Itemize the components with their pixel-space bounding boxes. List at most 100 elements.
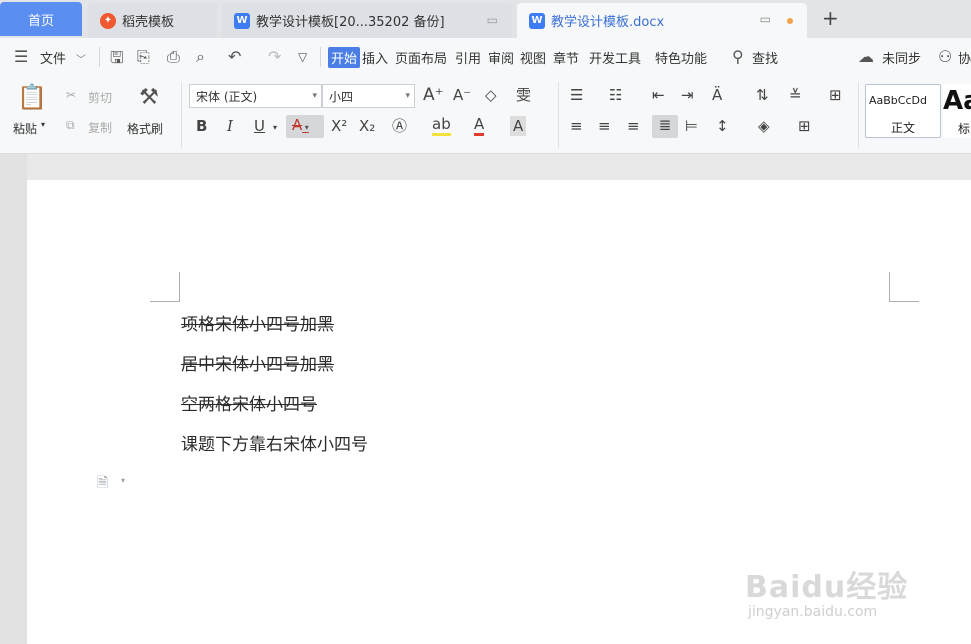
hamburger-icon[interactable]: ☰: [14, 47, 28, 66]
distributed-icon[interactable]: ⊨: [685, 116, 698, 136]
text-effect-icon[interactable]: Ⓐ: [392, 116, 407, 136]
align-center-icon[interactable]: ≡: [598, 116, 611, 136]
sync-status[interactable]: 未同步: [882, 48, 921, 67]
menu-home[interactable]: 开始: [328, 47, 361, 68]
doc-line-3[interactable]: 空两格宋体小四号: [181, 390, 317, 415]
shading-icon[interactable]: ◈: [758, 116, 770, 136]
tab-current-doc[interactable]: W 教学设计模板.docx ▭: [517, 3, 807, 38]
print-preview-icon[interactable]: ⌕: [196, 47, 205, 67]
undo-icon[interactable]: ↶: [228, 47, 241, 66]
superscript-icon[interactable]: X²: [331, 116, 347, 136]
chevron-down-icon[interactable]: ▾: [41, 120, 45, 129]
clear-format-icon[interactable]: ◇: [485, 85, 497, 105]
format-painter-icon[interactable]: ⚒: [134, 82, 164, 112]
line-spacing-icon[interactable]: ↕: [716, 116, 729, 136]
menu-layout[interactable]: 页面布局: [395, 48, 447, 67]
chevron-down-icon: ▾: [405, 91, 410, 101]
export-icon[interactable]: ⎘: [137, 47, 150, 67]
format-painter-button[interactable]: 格式刷: [127, 120, 163, 137]
user-icon[interactable]: ⚇: [938, 47, 952, 66]
watermark-url: jingyan.baidu.com: [748, 604, 878, 620]
cloud-icon[interactable]: ☁: [858, 47, 874, 66]
align-left-icon[interactable]: ≡: [570, 116, 583, 136]
divider: [99, 47, 100, 67]
search-icon[interactable]: ⚲: [732, 47, 744, 66]
scissors-icon: ✂: [66, 88, 77, 102]
font-name-select[interactable]: 宋体 (正文) ▾: [189, 84, 322, 108]
line-break-icon[interactable]: ≚: [789, 85, 802, 105]
align-right-icon[interactable]: ≡: [627, 116, 640, 136]
document-page[interactable]: 项格宋体小四号加黑 居中宋体小四号加黑 空两格宋体小四号 课题下方靠右宋体小四号…: [27, 180, 971, 644]
menu-references[interactable]: 引用: [455, 48, 481, 67]
menu-file[interactable]: 文件: [40, 48, 66, 67]
watermark: Baidu经验 jingyan.baidu.com: [745, 538, 945, 628]
chevron-down-icon: ▾: [312, 91, 317, 101]
paste-icon[interactable]: 📋: [16, 82, 48, 112]
paste-button[interactable]: 粘贴: [13, 120, 37, 137]
customize-icon[interactable]: ▽: [298, 50, 307, 64]
divider: [181, 82, 182, 148]
tab-current-label: 教学设计模板.docx: [551, 15, 665, 30]
sort-icon[interactable]: ⇅: [756, 85, 769, 105]
menu-features[interactable]: 特色功能: [655, 48, 707, 67]
menu-search[interactable]: 查找: [752, 48, 778, 67]
subscript-icon[interactable]: X₂: [359, 116, 375, 136]
text-direction-icon[interactable]: Ä: [712, 85, 722, 105]
font-name-value: 宋体 (正文): [196, 89, 258, 104]
phonetic-guide-icon[interactable]: 雯: [516, 85, 531, 105]
save-icon[interactable]: 🖫: [110, 47, 124, 74]
menu-review[interactable]: 审阅: [488, 48, 514, 67]
unsaved-dot-icon: [787, 18, 793, 24]
strikethrough-icon[interactable]: A ▾: [286, 115, 324, 138]
tab-backup-label: 教学设计模板[20...35202 备份]: [256, 15, 445, 30]
menu-developer[interactable]: 开发工具: [589, 48, 641, 67]
shrink-font-icon[interactable]: A⁻: [453, 85, 471, 105]
style-heading[interactable]: Aa 标: [943, 84, 971, 138]
highlight-icon[interactable]: ab: [432, 116, 451, 136]
bold-icon[interactable]: B: [196, 116, 207, 136]
table-icon[interactable]: ⊞: [829, 85, 842, 105]
justify-icon[interactable]: ≣: [652, 115, 678, 138]
menu-chapter[interactable]: 章节: [553, 48, 579, 67]
tab-shell-label: 稻壳模板: [122, 15, 175, 30]
collab-label[interactable]: 协: [958, 48, 971, 67]
chevron-down-icon[interactable]: ▾: [121, 476, 125, 485]
font-color-icon[interactable]: A: [474, 116, 485, 136]
grow-font-icon[interactable]: A⁺: [423, 85, 444, 105]
print-icon[interactable]: ⎙: [167, 47, 180, 67]
style-normal[interactable]: AaBbCcDd 正文: [865, 84, 941, 138]
monitor-icon: ▭: [486, 13, 498, 27]
decrease-indent-icon[interactable]: ⇤: [652, 85, 665, 105]
ribbon-toolbar: 📋 粘贴 ▾ ✂ 剪切 ⧉ 复制 ⚒ 格式刷 宋体 (正文) ▾ 小四 ▾ A⁺…: [0, 76, 971, 154]
tab-backup-doc[interactable]: W 教学设计模板[20...35202 备份] ▭: [222, 3, 512, 38]
margin-corner-mark: [150, 272, 180, 302]
bullet-list-icon[interactable]: ☰: [570, 85, 583, 105]
style-normal-preview: AaBbCcDd: [869, 94, 927, 107]
italic-icon[interactable]: I: [227, 116, 233, 136]
chevron-down-icon[interactable]: ﹀: [76, 51, 86, 66]
style-heading-preview: Aa: [943, 86, 971, 116]
numbered-list-icon[interactable]: ☷: [609, 85, 622, 105]
chevron-down-icon[interactable]: ▾: [273, 118, 277, 138]
cut-button[interactable]: 剪切: [88, 89, 112, 106]
doc-line-1[interactable]: 项格宋体小四号加黑: [181, 310, 334, 335]
left-margin-area: [0, 154, 27, 644]
copy-button[interactable]: 复制: [88, 119, 112, 136]
new-tab-button[interactable]: +: [822, 6, 839, 30]
doc-line-2[interactable]: 居中宋体小四号加黑: [181, 350, 334, 375]
char-shading-icon[interactable]: A: [510, 116, 527, 136]
redo-icon[interactable]: ↷: [268, 47, 281, 66]
style-heading-label: 标: [958, 122, 971, 136]
borders-icon[interactable]: ⊞: [798, 116, 811, 136]
divider: [858, 82, 859, 148]
font-size-select[interactable]: 小四 ▾: [322, 84, 415, 108]
increase-indent-icon[interactable]: ⇥: [681, 85, 694, 105]
menu-insert[interactable]: 插入: [362, 48, 388, 67]
menu-view[interactable]: 视图: [520, 48, 546, 67]
underline-icon[interactable]: U: [254, 116, 265, 136]
tab-shell-templates[interactable]: ✦ 稻壳模板: [88, 3, 217, 38]
font-size-value: 小四: [329, 89, 354, 104]
doc-line-4[interactable]: 课题下方靠右宋体小四号: [181, 430, 368, 455]
document-icon[interactable]: 🗎: [97, 472, 108, 496]
tab-home[interactable]: 首页: [0, 2, 82, 36]
